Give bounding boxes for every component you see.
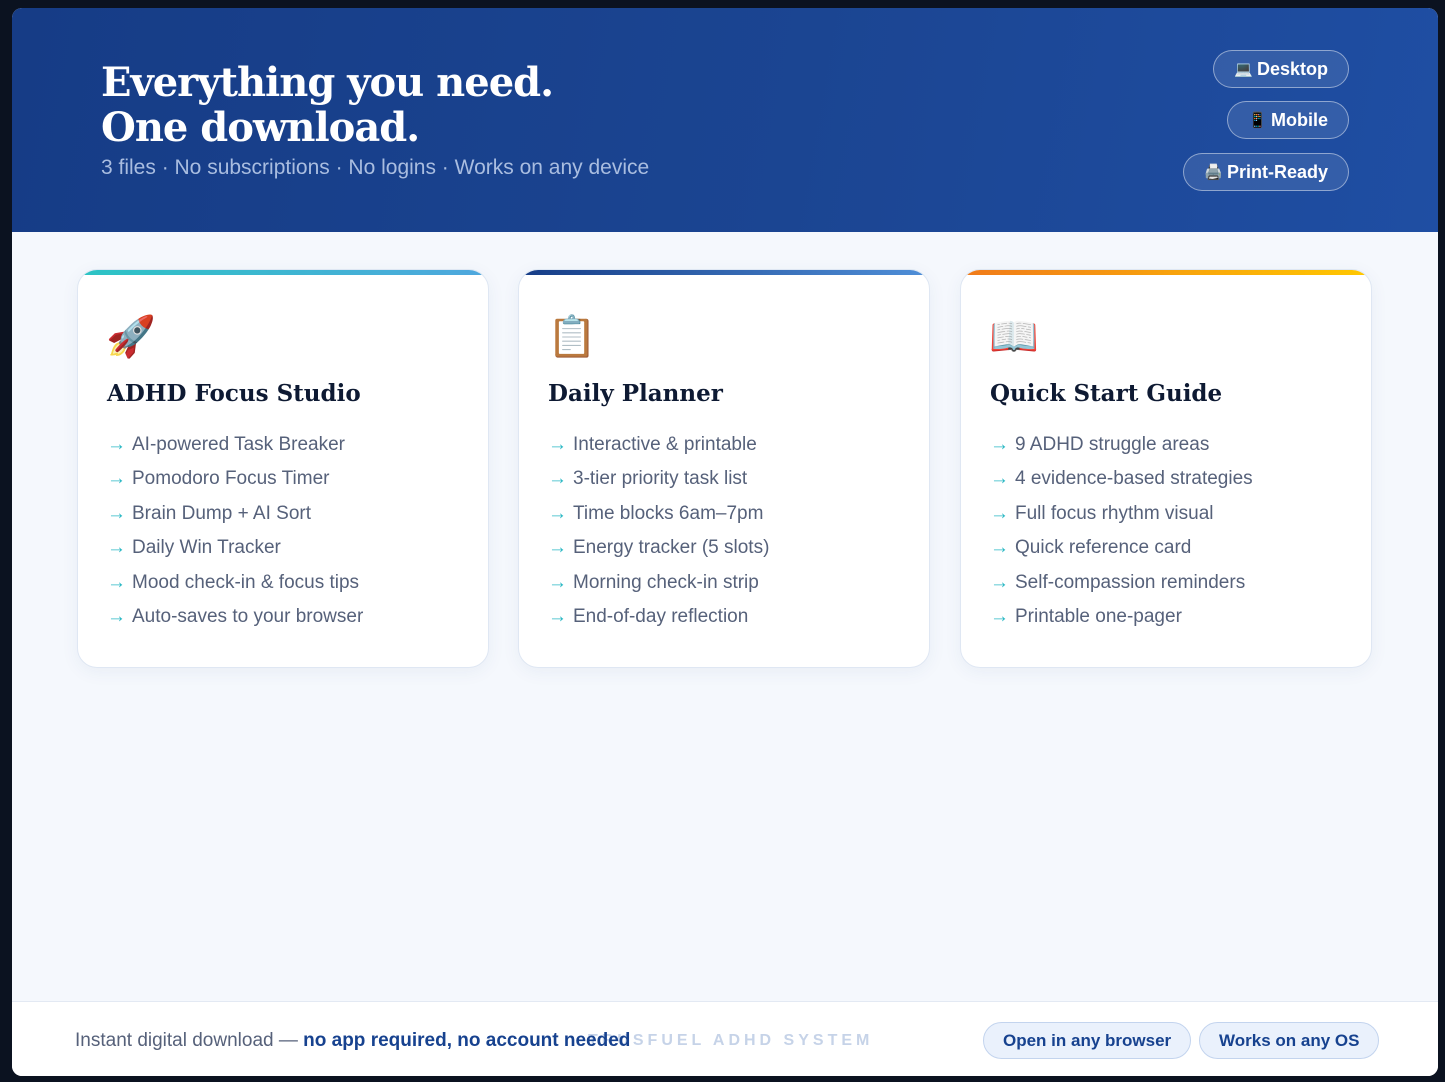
arrow-right-icon: →	[107, 502, 126, 524]
arrow-right-icon: →	[548, 537, 567, 559]
feature-list: → AI-powered Task Breaker → Pomodoro Focus…	[107, 430, 363, 636]
feature-item: → 3-tier priority task list	[548, 464, 769, 498]
mobile-badge-label: Mobile	[1271, 109, 1328, 130]
feature-item: → Brain Dump + AI Sort	[107, 499, 363, 533]
brand-watermark: TRUSFUEL ADHD SYSTEM	[588, 1032, 874, 1049]
hero-title: Everything you need. One download.	[101, 59, 554, 151]
feature-text: End-of-day reflection	[573, 605, 749, 627]
card-accent-bar	[519, 270, 929, 275]
feature-item: → Daily Win Tracker	[107, 533, 363, 567]
works-on-any-os-button[interactable]: Works on any OS	[1199, 1022, 1380, 1059]
feature-text: Brain Dump + AI Sort	[132, 502, 311, 524]
card-focus-studio: 🚀 ADHD Focus Studio → AI-powered Task Bre…	[77, 269, 489, 668]
feature-text: Interactive & printable	[573, 434, 757, 455]
arrow-right-icon: →	[990, 468, 1009, 490]
card-accent-bar	[78, 270, 488, 275]
feature-text: Printable one-pager	[1015, 605, 1182, 627]
feature-item: → Mood check-in & focus tips	[107, 568, 363, 602]
arrow-right-icon: →	[107, 571, 126, 593]
book-icon: 📖	[989, 315, 1039, 359]
card-quick-start-guide: 📖 Quick Start Guide → 9 ADHD struggle are…	[960, 269, 1372, 668]
feature-item: → Pomodoro Focus Timer	[107, 464, 363, 498]
clipboard-icon: 📋	[547, 315, 597, 359]
open-in-browser-button[interactable]: Open in any browser	[983, 1022, 1192, 1059]
feature-item: → 4 evidence-based strategies	[990, 464, 1253, 498]
feature-item: → End-of-day reflection	[548, 602, 769, 636]
feature-item: → Time blocks 6am–7pm	[548, 499, 769, 533]
feature-text: Quick reference card	[1015, 537, 1192, 559]
feature-item: → AI-powered Task Breaker	[107, 430, 363, 464]
feature-text: Energy tracker (5 slots)	[573, 537, 770, 559]
hero-title-line-1: Everything you need.	[101, 59, 554, 106]
feature-text: 3-tier priority task list	[573, 468, 748, 490]
feature-text: Pomodoro Focus Timer	[132, 468, 330, 490]
feature-item: → Interactive & printable	[548, 430, 769, 464]
feature-item: → Energy tracker (5 slots)	[548, 533, 769, 567]
feature-text: Time blocks 6am–7pm	[573, 502, 764, 524]
feature-item: → Self-compassion reminders	[990, 568, 1253, 602]
arrow-right-icon: →	[107, 605, 126, 627]
print-ready-badge: 🖨️ Print-Ready	[1183, 153, 1349, 191]
feature-item: → Quick reference card	[990, 533, 1253, 567]
desktop-badge: 💻 Desktop	[1213, 50, 1349, 88]
arrow-right-icon: →	[548, 605, 567, 627]
page-frame: Everything you need. One download. 3 fil…	[12, 8, 1438, 1076]
arrow-right-icon: →	[107, 434, 126, 455]
laptop-icon: 💻	[1234, 61, 1253, 78]
feature-text: 9 ADHD struggle areas	[1015, 434, 1210, 455]
feature-text: AI-powered Task Breaker	[132, 434, 345, 455]
feature-item: → Printable one-pager	[990, 602, 1253, 636]
arrow-right-icon: →	[548, 571, 567, 593]
arrow-right-icon: →	[548, 502, 567, 524]
arrow-right-icon: →	[990, 502, 1009, 524]
card-title: Daily Planner	[548, 380, 723, 407]
card-accent-bar	[961, 270, 1371, 275]
arrow-right-icon: →	[990, 571, 1009, 593]
feature-item: → Full focus rhythm visual	[990, 499, 1253, 533]
feature-item: → Morning check-in strip	[548, 568, 769, 602]
feature-item: → Auto-saves to your browser	[107, 602, 363, 636]
mobile-badge: 📱 Mobile	[1227, 101, 1349, 139]
print-ready-badge-label: Print-Ready	[1226, 161, 1328, 182]
card-title: ADHD Focus Studio	[107, 380, 361, 407]
phone-icon: 📱	[1248, 112, 1267, 129]
feature-text: Morning check-in strip	[573, 571, 759, 593]
arrow-right-icon: →	[990, 434, 1009, 455]
feature-item: → 9 ADHD struggle areas	[990, 430, 1253, 464]
card-title: Quick Start Guide	[990, 380, 1223, 407]
footer-bar: TRUSFUEL ADHD SYSTEM Instant digital dow…	[12, 1001, 1438, 1076]
footer-note-emphasis: no app required, no account needed	[303, 1030, 631, 1051]
arrow-right-icon: →	[548, 434, 567, 455]
hero-banner: Everything you need. One download. 3 fil…	[12, 8, 1438, 232]
feature-list: → Interactive & printable → 3-tier priorit…	[548, 430, 769, 636]
feature-list: → 9 ADHD struggle areas → 4 evidence-based…	[990, 430, 1253, 636]
feature-text: Auto-saves to your browser	[132, 605, 364, 627]
desktop-badge-label: Desktop	[1256, 58, 1328, 79]
arrow-right-icon: →	[107, 468, 126, 490]
feature-text: 4 evidence-based strategies	[1015, 468, 1253, 490]
card-daily-planner: 📋 Daily Planner → Interactive & printable…	[518, 269, 930, 668]
hero-subtitle: 3 files · No subscriptions · No logins ·…	[101, 156, 650, 179]
arrow-right-icon: →	[990, 537, 1009, 559]
arrow-right-icon: →	[107, 537, 126, 559]
feature-text: Self-compassion reminders	[1015, 571, 1246, 593]
arrow-right-icon: →	[990, 605, 1009, 627]
feature-text: Mood check-in & focus tips	[132, 571, 360, 593]
rocket-icon: 🚀	[106, 315, 156, 359]
arrow-right-icon: →	[548, 468, 567, 490]
feature-text: Daily Win Tracker	[132, 537, 281, 559]
footer-note-text: Instant digital download —	[75, 1030, 304, 1051]
footer-note: Instant digital download — no app requir…	[75, 1030, 630, 1052]
printer-icon: 🖨️	[1204, 164, 1223, 181]
hero-title-line-2: One download.	[101, 104, 420, 151]
feature-text: Full focus rhythm visual	[1015, 502, 1214, 524]
